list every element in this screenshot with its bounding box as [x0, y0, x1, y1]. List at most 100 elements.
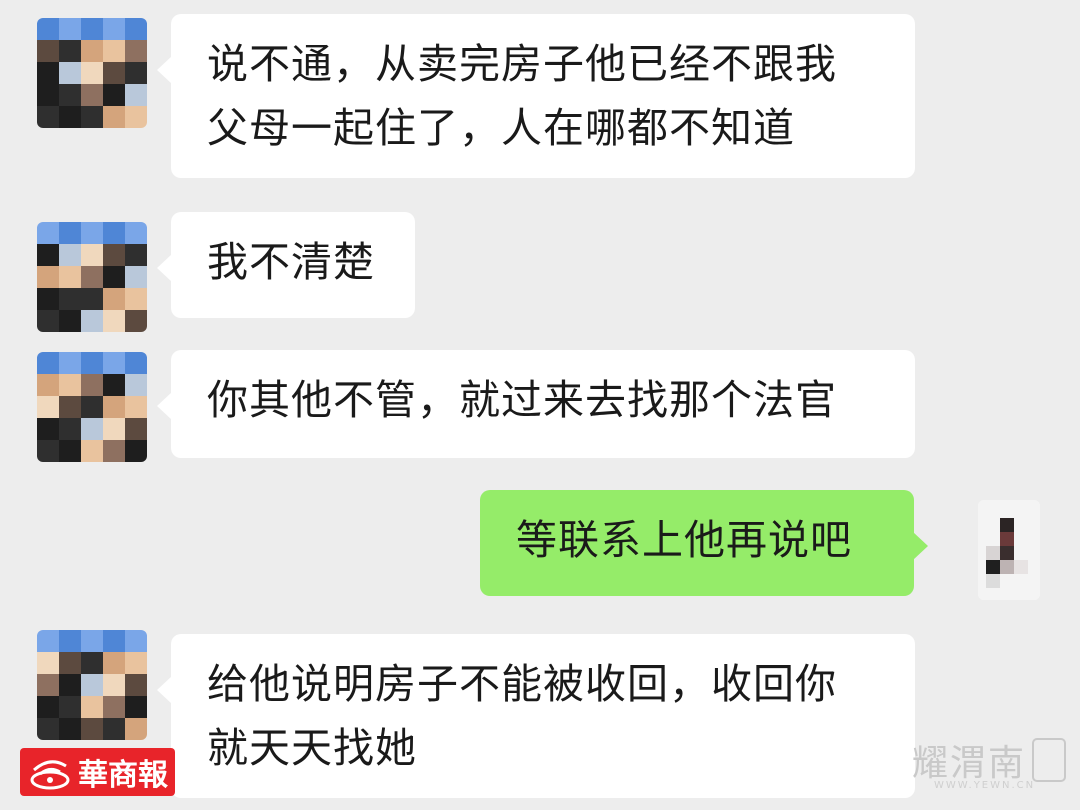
avatar-pixel — [59, 84, 81, 106]
avatar-pixel — [125, 288, 147, 310]
avatar-pixel — [81, 396, 103, 418]
avatar-pixel — [125, 652, 147, 674]
watermark-url: WWW.YEWN.CN — [934, 780, 1036, 791]
avatar-pixel — [59, 310, 81, 332]
avatar-pixel — [81, 440, 103, 462]
avatar-pixel — [81, 84, 103, 106]
avatar-pixel — [59, 62, 81, 84]
avatar-pixel — [103, 266, 125, 288]
yaoweinan-text: 耀渭南 — [912, 743, 1027, 784]
avatar-pixel — [125, 222, 147, 244]
avatar-pixel — [103, 84, 125, 106]
avatar-pixel — [103, 40, 125, 62]
avatar-pixel — [125, 106, 147, 128]
avatar-pixel — [81, 244, 103, 266]
avatar-pixel — [59, 718, 81, 740]
avatar-pixel — [103, 396, 125, 418]
avatar-pixel — [81, 40, 103, 62]
avatar-pixel — [37, 652, 59, 674]
avatar-pixel — [59, 440, 81, 462]
avatar-pixel — [37, 630, 59, 652]
avatar-pixel — [125, 396, 147, 418]
avatar-pixel — [59, 352, 81, 374]
avatar-pixel — [37, 396, 59, 418]
my-message-bubble[interactable]: 等联系上他再说吧 — [480, 490, 928, 596]
avatar-pixel — [59, 396, 81, 418]
avatar-pixel — [59, 18, 81, 40]
avatar-pixel — [103, 310, 125, 332]
avatar-pixel — [125, 718, 147, 740]
avatar-pixel — [103, 440, 125, 462]
avatar-pixel — [103, 630, 125, 652]
avatar-pixel — [125, 62, 147, 84]
message-bubble[interactable]: 我不清楚 — [157, 212, 415, 318]
chat-area: 说不通，从卖完房子他已经不跟我 父母一起住了，人在哪都不知道 我不清楚 你其他不… — [0, 0, 1080, 810]
avatar-pixel — [37, 62, 59, 84]
avatar-pixel — [103, 352, 125, 374]
avatar-pixel — [59, 674, 81, 696]
avatar-pixel — [81, 696, 103, 718]
avatar-pixel — [37, 440, 59, 462]
message-bubble[interactable]: 说不通，从卖完房子他已经不跟我 父母一起住了，人在哪都不知道 — [157, 14, 915, 178]
avatar-pixel — [81, 288, 103, 310]
avatar-pixel — [59, 106, 81, 128]
avatar-pixel — [81, 674, 103, 696]
avatar-pixel — [103, 652, 125, 674]
avatar-pixel — [103, 244, 125, 266]
avatar-pixel — [59, 222, 81, 244]
avatar-pixel — [37, 718, 59, 740]
yaoweinan-watermark: 耀渭南 WWW.YEWN.CN — [912, 734, 1067, 791]
avatar-pixel — [81, 418, 103, 440]
avatar-pixel — [59, 630, 81, 652]
avatar-pixel — [81, 352, 103, 374]
avatar-pixel — [59, 266, 81, 288]
avatar-pixel — [59, 652, 81, 674]
avatar-pixel — [125, 696, 147, 718]
avatar-pixel — [37, 40, 59, 62]
contact-avatar[interactable] — [37, 18, 147, 128]
signal-logo-icon — [30, 760, 70, 790]
message-bubble[interactable]: 给他说明房子不能被收回，收回你 就天天找她 — [157, 634, 915, 798]
contact-avatar[interactable] — [37, 222, 147, 332]
self-avatar-pixels — [978, 500, 1040, 600]
avatar-pixel — [125, 244, 147, 266]
self-avatar[interactable] — [978, 500, 1040, 600]
avatar-pixel — [37, 266, 59, 288]
avatar-pixel — [37, 418, 59, 440]
avatar-pixel — [125, 352, 147, 374]
avatar-pixel — [125, 266, 147, 288]
avatar-pixel — [37, 674, 59, 696]
avatar-pixel — [37, 310, 59, 332]
avatar-pixel — [81, 106, 103, 128]
avatar-pixel — [125, 440, 147, 462]
contact-avatar[interactable] — [37, 630, 147, 740]
avatar-pixel — [103, 18, 125, 40]
avatar-pixel — [81, 18, 103, 40]
contact-avatar[interactable] — [37, 352, 147, 462]
avatar-pixel — [59, 374, 81, 396]
avatar-pixel — [37, 222, 59, 244]
avatar-pixel — [81, 266, 103, 288]
avatar-pixel — [81, 718, 103, 740]
avatar-pixel — [81, 310, 103, 332]
avatar-pixel — [59, 288, 81, 310]
avatar-pixel — [37, 244, 59, 266]
avatar-pixel — [103, 696, 125, 718]
avatar-pixel — [81, 630, 103, 652]
message-bubble[interactable]: 你其他不管，就过来去找那个法官 — [157, 350, 915, 458]
avatar-pixel — [59, 244, 81, 266]
avatar-pixel — [125, 310, 147, 332]
avatar-pixel — [37, 84, 59, 106]
avatar-pixel — [37, 374, 59, 396]
huashang-logo: 華商報 — [20, 748, 175, 796]
avatar-pixel — [103, 106, 125, 128]
avatar-pixel — [103, 418, 125, 440]
avatar-pixel — [125, 374, 147, 396]
avatar-pixel — [81, 374, 103, 396]
avatar-pixel — [59, 696, 81, 718]
avatar-pixel — [37, 18, 59, 40]
avatar-pixel — [103, 374, 125, 396]
watermark-badge-icon — [1032, 738, 1067, 782]
avatar-pixel — [125, 630, 147, 652]
avatar-pixel — [37, 106, 59, 128]
